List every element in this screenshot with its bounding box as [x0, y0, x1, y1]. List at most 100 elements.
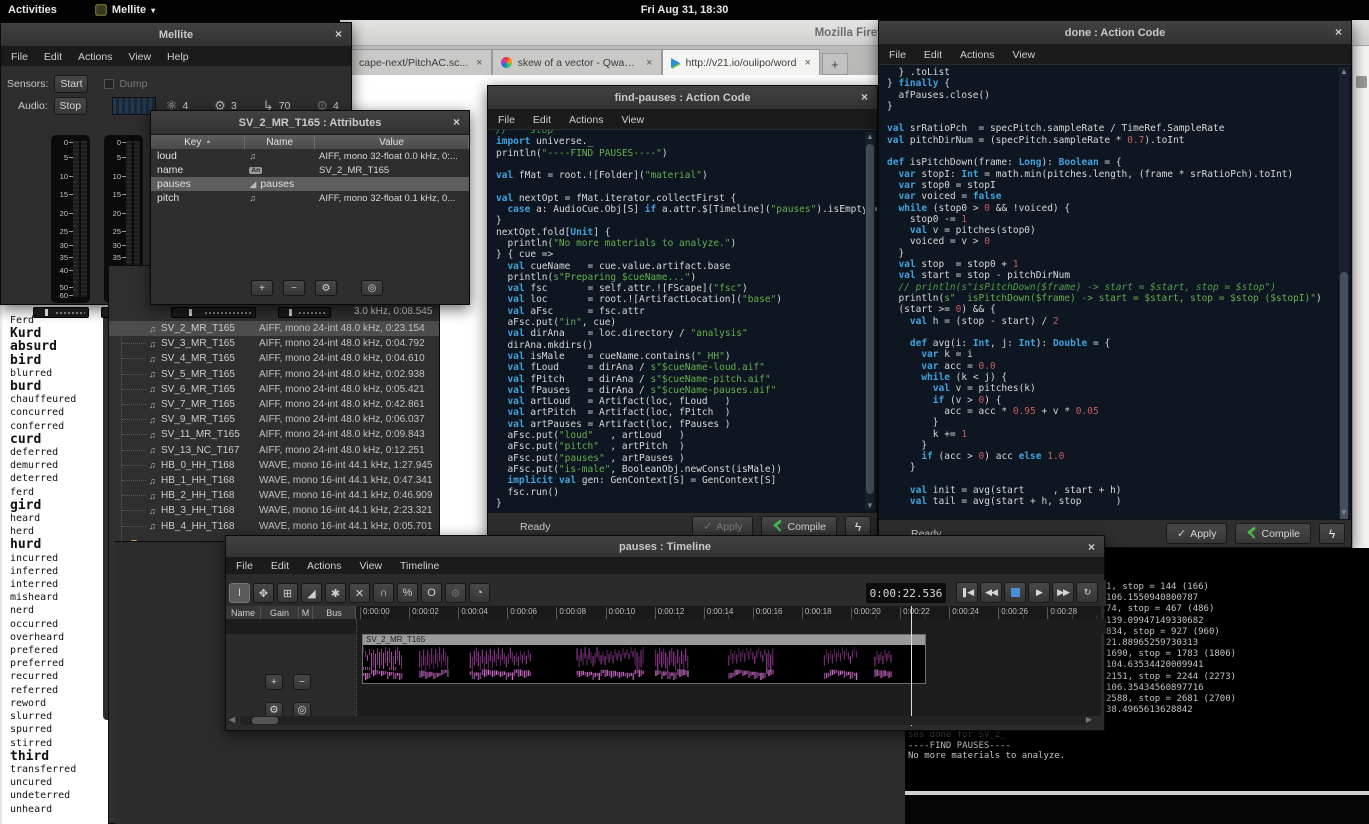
view-button[interactable]: ◎ [361, 280, 383, 296]
menu-actions[interactable]: Actions [569, 114, 603, 126]
dump-checkbox[interactable] [104, 79, 114, 89]
meter-gain-slider[interactable] [33, 307, 89, 318]
find-pauses-titlebar[interactable]: find-pauses : Action Code × [488, 86, 877, 110]
run-button[interactable]: ϟ [845, 516, 871, 537]
firefox-scroll-strip[interactable] [1352, 46, 1369, 548]
close-icon[interactable]: × [1335, 25, 1342, 39]
fast-forward-button[interactable]: ▶▶ [1052, 582, 1074, 603]
stop-button[interactable] [1004, 582, 1026, 603]
file-row[interactable]: ♫SV_5_MR_T165AIFF, mono 24-int 48.0 kHz,… [109, 367, 439, 382]
audio-region[interactable]: SV_2_MR_T165 [362, 634, 926, 684]
menu-edit[interactable]: Edit [271, 560, 289, 572]
menu-file[interactable]: File [889, 49, 906, 61]
browser-tab[interactable]: http://v21.io/oulipo/word× [662, 49, 820, 75]
file-row[interactable]: ♫HB_2_HH_T168WAVE, mono 16-int 44.1 kHz,… [109, 488, 439, 503]
attributes-titlebar[interactable]: SV_2_MR_T165 : Attributes × [151, 111, 469, 135]
add-button[interactable]: + [251, 280, 273, 296]
column-header-value[interactable]: Value [315, 135, 469, 149]
attribute-row[interactable]: nameAnSV_2_MR_T165 [151, 163, 469, 177]
scrollbar[interactable]: ▲ ▼ [865, 132, 875, 510]
file-row[interactable]: ♫SV_9_MR_T165AIFF, mono 24-int 48.0 kHz,… [109, 412, 439, 427]
mute-tool[interactable]: ✕ [349, 583, 370, 603]
menu-file[interactable]: File [236, 560, 253, 572]
done-titlebar[interactable]: done : Action Code × [879, 21, 1351, 45]
scrollbar[interactable]: ▲ ▼ [1339, 67, 1349, 517]
file-row[interactable]: ♫SV_13_NC_T167AIFF, mono 24-int 48.0 kHz… [109, 443, 439, 458]
menu-file[interactable]: File [498, 114, 515, 126]
code-editor[interactable]: // stopimport universe._println("----FIN… [488, 130, 877, 512]
audition-tool[interactable]: ∩ [373, 583, 394, 603]
clock[interactable]: Fri Aug 31, 18:30 [0, 4, 1369, 16]
apply-button[interactable]: ✓ Apply [1166, 523, 1227, 544]
close-icon[interactable]: × [335, 27, 342, 41]
menu-actions[interactable]: Actions [78, 51, 112, 63]
menu-edit[interactable]: Edit [924, 49, 942, 61]
edit-button[interactable]: ⚙ [315, 280, 337, 296]
file-row[interactable]: ♫SV_4_MR_T165AIFF, mono 24-int 48.0 kHz,… [109, 351, 439, 366]
file-row[interactable]: ♫HB_0_HH_T168WAVE, mono 16-int 44.1 kHz,… [109, 458, 439, 473]
menu-edit[interactable]: Edit [533, 114, 551, 126]
close-icon[interactable]: × [453, 115, 460, 129]
timecode-display[interactable]: 0:00:22.536 [866, 583, 946, 603]
menu-timeline[interactable]: Timeline [400, 560, 439, 572]
tab-close-icon[interactable]: × [646, 57, 652, 69]
attribute-row[interactable]: loud♫AIFF, mono 32-float 0.0 kHz, 0:... [151, 149, 469, 163]
go-to-start-button[interactable]: ❚◀ [956, 582, 978, 603]
browser-tab[interactable]: skew of a vector - Qwan...× [492, 49, 662, 75]
file-row[interactable]: ♫SV_6_MR_T165AIFF, mono 24-int 48.0 kHz,… [109, 382, 439, 397]
play-button[interactable]: ▶ [1028, 582, 1050, 603]
remove-button[interactable]: − [283, 280, 305, 296]
scroll-left-icon[interactable]: ◀ [229, 715, 235, 724]
code-editor[interactable]: } .toList} finally { afPauses.close()} v… [879, 65, 1351, 519]
tab-close-icon[interactable]: × [804, 57, 810, 69]
menu-edit[interactable]: Edit [44, 51, 62, 63]
close-icon[interactable]: × [1088, 540, 1095, 554]
menu-help[interactable]: Help [167, 51, 189, 63]
browser-tab[interactable]: cape-next/PitchAC.sc...× [350, 49, 492, 75]
hand-tool[interactable]: ✥ [253, 583, 274, 603]
add-track-button[interactable]: + [265, 674, 283, 690]
column-header-key[interactable]: Key▲ [151, 135, 245, 149]
loop-button[interactable]: ↻ [1076, 582, 1098, 603]
patch-tool[interactable]: ✱ [325, 583, 346, 603]
record-tool[interactable]: O [421, 583, 442, 603]
playhead[interactable] [911, 606, 912, 726]
file-row[interactable]: ♫SV_11_MR_T165AIFF, mono 24-int 48.0 kHz… [109, 427, 439, 442]
apply-button[interactable]: ✓ Apply [692, 516, 753, 537]
time-ruler[interactable]: 0:00:000:00:020:00:040:00:060:00:080:00:… [356, 606, 1101, 619]
remove-track-button[interactable]: − [293, 674, 311, 690]
column-header-name[interactable]: Name [245, 135, 315, 149]
file-row[interactable]: ♫HB_4_HH_T168WAVE, mono 16-int 44.1 kHz,… [109, 519, 439, 534]
menu-actions[interactable]: Actions [307, 560, 341, 572]
sensors-start-button[interactable]: Start [54, 75, 88, 93]
knob-widget[interactable]: ◔ [469, 583, 490, 603]
new-tab-button[interactable]: + [822, 53, 848, 75]
compile-button[interactable]: Compile [761, 516, 837, 537]
trim-tool[interactable]: ⊞ [277, 583, 298, 603]
fade-tool[interactable]: ◢ [301, 583, 322, 603]
timeline-titlebar[interactable]: pauses : Timeline × [226, 536, 1104, 558]
audio-stop-button[interactable]: Stop [54, 97, 87, 115]
file-gain-slider[interactable] [171, 307, 256, 318]
file-row[interactable]: ♫SV_7_MR_T165AIFF, mono 24-int 48.0 kHz,… [109, 397, 439, 412]
menu-view[interactable]: View [621, 114, 644, 126]
menu-file[interactable]: File [11, 51, 28, 63]
menu-view[interactable]: View [1012, 49, 1035, 61]
menu-view[interactable]: View [359, 560, 382, 572]
wrench-tool[interactable]: ⚙ [445, 583, 466, 603]
menu-view[interactable]: View [128, 51, 151, 63]
file-row[interactable]: ♫HB_3_HH_T168WAVE, mono 16-int 44.1 kHz,… [109, 503, 439, 518]
link-tool[interactable]: % [397, 583, 418, 603]
text-tool[interactable]: I [229, 583, 250, 603]
mellite-titlebar[interactable]: Mellite × [1, 23, 351, 47]
tab-close-icon[interactable]: × [476, 57, 482, 69]
file-gain-slider[interactable] [278, 307, 331, 318]
attribute-row[interactable]: pauses◢pauses [151, 177, 469, 191]
file-row[interactable]: ♫SV_3_MR_T165AIFF, mono 24-int 48.0 kHz,… [109, 336, 439, 351]
file-row[interactable]: ♫HB_1_HH_T168WAVE, mono 16-int 44.1 kHz,… [109, 473, 439, 488]
run-button[interactable]: ϟ [1319, 523, 1345, 544]
compile-button[interactable]: Compile [1235, 523, 1311, 544]
scroll-right-icon[interactable]: ▶ [1086, 715, 1092, 724]
horizontal-scrollbar[interactable]: ◀ ▶ [240, 716, 1090, 725]
close-icon[interactable]: × [861, 90, 868, 104]
